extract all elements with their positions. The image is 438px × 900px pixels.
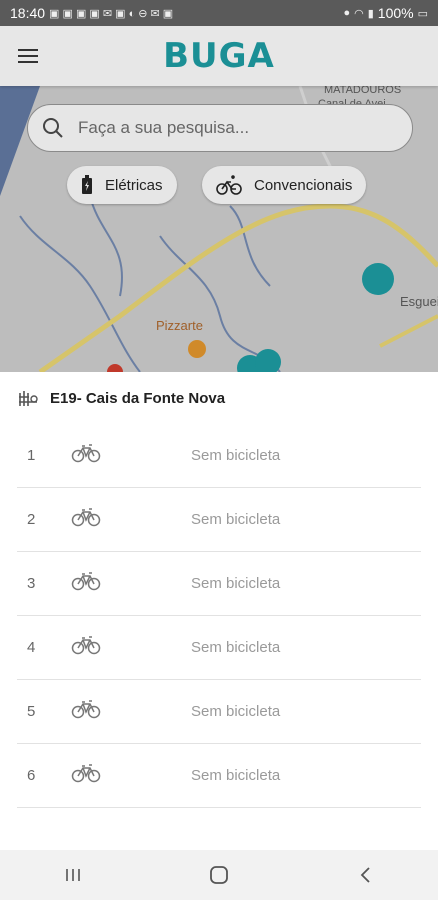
- bicycle-icon: [71, 700, 101, 719]
- search-icon: [43, 118, 63, 138]
- signal-icon: ▮: [367, 7, 374, 20]
- filter-conventional-label: Convencionais: [254, 176, 353, 194]
- recent-apps-button[interactable]: [53, 855, 93, 895]
- bicycle-icon: [71, 444, 101, 463]
- slot-number: 3: [27, 575, 36, 592]
- system-nav-bar: [0, 850, 438, 900]
- app-bar: BUGA: [0, 26, 438, 86]
- search-bar[interactable]: Faça a sua pesquisa...: [27, 104, 413, 152]
- search-input[interactable]: Faça a sua pesquisa...: [78, 118, 249, 138]
- station-name: E19- Cais da Fonte Nova: [50, 389, 226, 407]
- recent-apps-icon: [66, 869, 80, 881]
- status-time: 18:40: [10, 5, 46, 21]
- slot-number: 4: [27, 639, 36, 656]
- list-item[interactable]: 5 Sem bicicleta: [17, 680, 421, 744]
- slots-list: 1 Sem bicicleta 2 Sem bicicleta 3 Sem bi…: [0, 424, 438, 808]
- station-header: E19- Cais da Fonte Nova: [0, 372, 438, 424]
- slot-number: 2: [27, 511, 36, 528]
- back-icon: [360, 867, 370, 883]
- list-item[interactable]: 2 Sem bicicleta: [17, 488, 421, 552]
- bicycle-icon: [71, 572, 101, 591]
- bicycle-icon: [71, 508, 101, 527]
- map-label: MATADOUROS: [324, 86, 402, 96]
- battery-icon: [82, 175, 92, 194]
- battery-level: 100%: [377, 5, 414, 21]
- home-button[interactable]: [199, 855, 239, 895]
- filter-conventional[interactable]: Convencionais: [202, 166, 367, 204]
- location-icon: ●: [343, 7, 351, 19]
- battery-icon: ▭: [417, 7, 428, 20]
- map-label: Esgueira: [400, 294, 438, 309]
- wifi-icon: ◠: [354, 7, 364, 20]
- app-logo: BUGA: [163, 36, 275, 76]
- menu-icon[interactable]: [18, 44, 42, 68]
- status-bar: 18:40 ▣ ▣ ▣ ▣ ✉ ▣ ◐ ⊖ ✉ ▣ ● ◠ ▮ 100% ▭: [0, 0, 438, 26]
- list-item[interactable]: 4 Sem bicicleta: [17, 616, 421, 680]
- map-label: Pizzarte: [156, 318, 203, 333]
- notification-icons: ▣ ▣ ▣ ▣ ✉ ▣ ◐ ⊖ ✉ ▣: [49, 7, 174, 20]
- slot-status: Sem bicicleta: [191, 767, 281, 784]
- slot-status: Sem bicicleta: [191, 639, 281, 656]
- slot-status: Sem bicicleta: [191, 511, 281, 528]
- station-marker: [362, 263, 394, 295]
- bicycle-icon: [71, 764, 101, 783]
- slot-number: 6: [27, 767, 36, 784]
- slot-number: 5: [27, 703, 36, 720]
- list-item[interactable]: 1 Sem bicicleta: [17, 424, 421, 488]
- slot-status: Sem bicicleta: [191, 447, 281, 464]
- bicycle-icon: [71, 636, 101, 655]
- restaurant-pin: [188, 340, 206, 358]
- list-item[interactable]: 3 Sem bicicleta: [17, 552, 421, 616]
- home-icon: [210, 866, 228, 884]
- slot-status: Sem bicicleta: [191, 575, 281, 592]
- list-item[interactable]: 6 Sem bicicleta: [17, 744, 421, 808]
- slot-status: Sem bicicleta: [191, 703, 281, 720]
- filter-electric[interactable]: Elétricas: [67, 166, 177, 204]
- station-sheet: E19- Cais da Fonte Nova 1 Sem bicicleta …: [0, 372, 438, 850]
- back-button[interactable]: [345, 855, 385, 895]
- slot-number: 1: [27, 447, 36, 464]
- bicycle-icon: [216, 175, 242, 195]
- filter-electric-label: Elétricas: [105, 176, 163, 194]
- bike-station-icon: [19, 391, 38, 406]
